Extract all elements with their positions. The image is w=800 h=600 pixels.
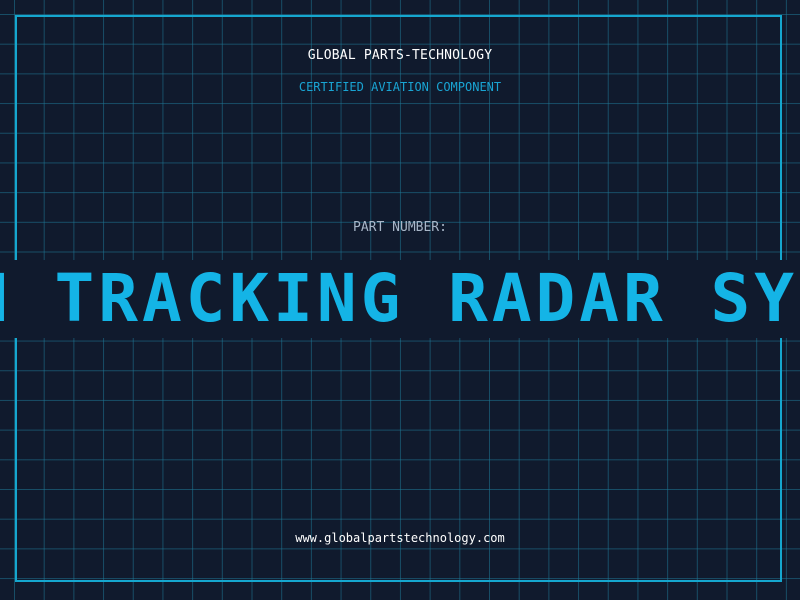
part-display-screen: GLOBAL PARTS-TECHNOLOGY CERTIFIED AVIATI… [0, 0, 800, 600]
part-number-banner: M TRACKING RADAR SY [0, 260, 800, 338]
certification-tagline: CERTIFIED AVIATION COMPONENT [298, 80, 502, 94]
company-name: GLOBAL PARTS-TECHNOLOGY [307, 48, 493, 63]
part-number-value: M TRACKING RADAR SY [0, 260, 798, 337]
part-number-label: PART NUMBER: [353, 220, 447, 235]
website-url: www.globalpartstechnology.com [295, 531, 505, 545]
